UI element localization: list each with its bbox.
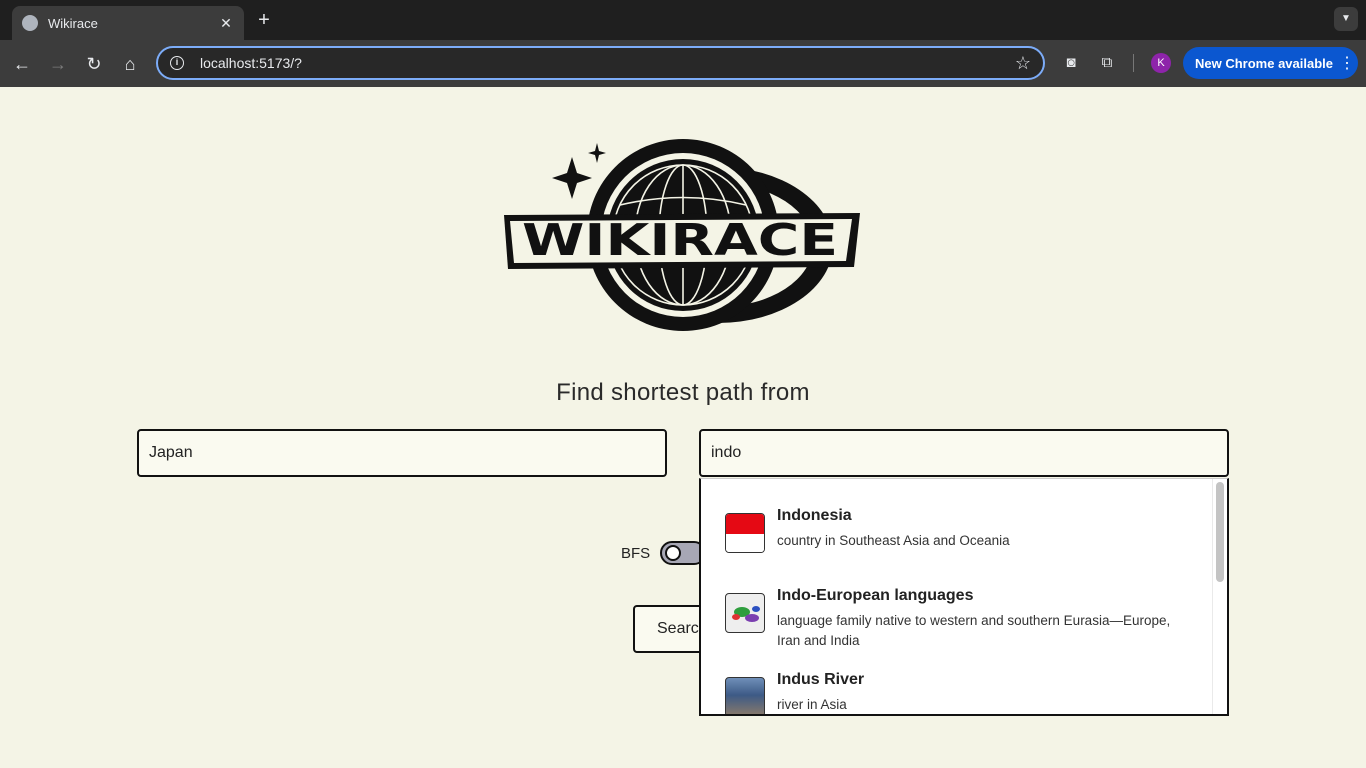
suggestions-dropdown: Indonesia country in Southeast Asia and …	[699, 478, 1229, 716]
suggestion-title: Indus River	[777, 671, 865, 688]
back-button[interactable]: ←	[10, 52, 34, 76]
home-button[interactable]: ⌂	[118, 52, 142, 76]
reload-button[interactable]: ↻	[82, 52, 106, 76]
toolbar-divider	[1133, 54, 1134, 72]
wikirace-logo: WIKIRACE	[504, 139, 860, 331]
address-bar[interactable]: i localhost:5173/? ☆	[156, 46, 1045, 80]
suggestion-item[interactable]: Indus River river in Asia	[725, 671, 1187, 714]
browser-tab-strip: Wikirace ✕ + ▼	[0, 0, 1366, 40]
language-map-icon	[725, 593, 765, 633]
scroll-track	[1212, 479, 1213, 714]
suggestion-description: country in Southeast Asia and Oceania	[777, 533, 1010, 548]
toggle-knob	[665, 545, 681, 561]
river-photo-icon	[725, 677, 765, 714]
bookmark-star-icon[interactable]: ☆	[1015, 53, 1031, 74]
page-heading: Find shortest path from	[556, 379, 810, 406]
suggestion-description: language family native to western and so…	[777, 613, 1171, 648]
suggestion-item[interactable]: Indonesia country in Southeast Asia and …	[725, 507, 1187, 553]
new-chrome-available-button[interactable]: New Chrome available ⋮	[1183, 47, 1358, 79]
end-article-input[interactable]	[699, 429, 1229, 477]
algorithm-label: BFS	[621, 545, 651, 562]
tab-search-button[interactable]: ▼	[1334, 7, 1358, 31]
url-text: localhost:5173/?	[200, 55, 302, 71]
indonesia-flag-icon	[725, 513, 765, 553]
browser-toolbar: ← → ↻ ⌂ i localhost:5173/? ☆ ◙ ⧉ K New C…	[0, 40, 1366, 87]
forward-button[interactable]: →	[46, 52, 70, 76]
camera-icon[interactable]: ◙	[1060, 52, 1082, 74]
site-info-icon[interactable]: i	[170, 56, 184, 70]
profile-avatar[interactable]: K	[1151, 53, 1171, 73]
suggestion-title: Indonesia	[777, 507, 852, 524]
suggestion-item[interactable]: Indo-European languages language family …	[725, 587, 1187, 651]
browser-tab[interactable]: Wikirace ✕	[12, 6, 244, 40]
extensions-icon[interactable]: ⧉	[1096, 52, 1118, 74]
suggestion-description: river in Asia	[777, 697, 847, 712]
scrollbar-thumb[interactable]	[1216, 482, 1224, 582]
more-menu-icon[interactable]: ⋮	[1336, 53, 1358, 73]
update-label: New Chrome available	[1195, 55, 1333, 71]
globe-icon	[22, 15, 38, 31]
suggestion-title: Indo-European languages	[777, 587, 974, 604]
new-tab-button[interactable]: +	[254, 8, 274, 32]
tab-title: Wikirace	[48, 15, 98, 31]
logo-wordmark: WIKIRACE	[522, 215, 838, 266]
close-tab-icon[interactable]: ✕	[218, 15, 234, 32]
wikirace-page: WIKIRACE Find shortest path from BFS Sea…	[0, 87, 1366, 768]
start-article-input[interactable]	[137, 429, 667, 477]
